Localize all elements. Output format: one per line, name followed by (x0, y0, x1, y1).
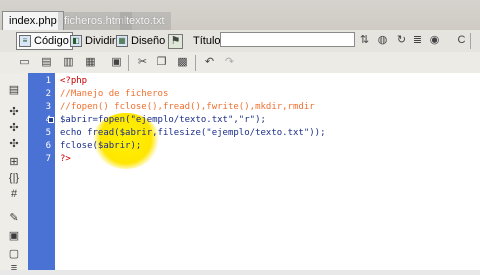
check-page-icon[interactable]: ◉ (428, 34, 441, 47)
line-numbers-icon[interactable]: # (7, 187, 21, 201)
line-number: 3 (45, 102, 51, 112)
standard-toolbar: ▭ ▤ ▥ ▦ ▣ ✂ ❐ ▩ ↶ ↷ (0, 52, 480, 74)
live-view-icon[interactable]: ⚑ (168, 34, 183, 49)
code-line: //fopen() fclose(),fread(),fwrite(),mkdi… (60, 102, 315, 112)
save-icon[interactable]: ▦ (84, 56, 97, 69)
collapse-selection-icon[interactable]: ✣ (7, 121, 21, 135)
globe-preview-icon[interactable]: ◍ (376, 34, 389, 47)
toolbar-divider (470, 33, 471, 49)
line-number: 2 (45, 89, 51, 99)
line-number-gutter: 1 2 3 4 5 6 7 (28, 73, 55, 270)
code-view-label: Código (34, 35, 69, 47)
tab-texto-txt[interactable]: texto.txt (120, 12, 171, 30)
apply-comment-icon[interactable]: ▣ (7, 229, 21, 243)
line-number: 1 (45, 76, 51, 86)
redo-icon[interactable]: ↷ (223, 56, 236, 69)
new-document-icon[interactable]: ▭ (18, 56, 31, 69)
design-view-icon: ▦ (116, 35, 128, 47)
paste-icon[interactable]: ▩ (176, 56, 189, 69)
title-label: Título: (193, 35, 224, 47)
remove-comment-icon[interactable]: ▢ (7, 247, 21, 261)
tab-label: ficheros.html (64, 15, 127, 27)
open-documents-icon[interactable]: ▤ (7, 83, 21, 97)
code-line: echo fread($abrir,filesize("ejemplo/text… (60, 128, 326, 138)
cut-icon[interactable]: ✂ (136, 56, 149, 69)
line-number: 7 (45, 154, 51, 164)
select-parent-tag-icon[interactable]: ⊞ (7, 155, 21, 169)
expand-all-icon[interactable]: ✣ (7, 137, 21, 151)
tab-label: index.php (9, 15, 57, 27)
code-line: //Manejo de ficheros (60, 89, 169, 99)
balance-braces-icon[interactable]: {|} (7, 171, 21, 185)
coding-toolbar: ▤ ✣ ✣ ✣ ⊞ {|} # ✎ ▣ ▢ ≡ (0, 73, 29, 274)
options-icon[interactable]: ≣ (411, 34, 424, 47)
code-view-button[interactable]: ≡ Código (16, 32, 73, 50)
code-refresh-icon[interactable]: C (455, 34, 468, 47)
design-view-button[interactable]: ▦ Diseño (113, 32, 169, 50)
title-input[interactable] (220, 32, 355, 47)
tab-index-php[interactable]: index.php (2, 11, 64, 31)
line-number: 5 (45, 128, 51, 138)
tab-label: texto.txt (126, 15, 165, 27)
save-all-icon[interactable]: ▣ (110, 56, 123, 69)
split-view-icon: ◧ (70, 35, 82, 47)
collapse-tag-icon[interactable]: ✣ (7, 105, 21, 119)
design-view-label: Diseño (131, 35, 166, 47)
refresh-icon[interactable]: ↻ (395, 34, 408, 47)
copy-icon[interactable]: ❐ (155, 56, 168, 69)
fold-marker[interactable] (48, 117, 54, 123)
code-line: $abrir=fopen("ejemplo/texto.txt","r"); (60, 115, 266, 125)
open-icon[interactable]: ▤ (40, 56, 53, 69)
code-line: fclose($abrir); (60, 141, 142, 151)
highlight-invalid-icon[interactable]: ✎ (7, 211, 21, 225)
toolbar-divider (128, 55, 129, 71)
split-view-button[interactable]: ◧ Dividir (67, 32, 120, 50)
split-view-label: Dividir (85, 35, 116, 47)
document-tab-bar: index.php ficheros.html texto.txt (0, 0, 480, 31)
line-number: 6 (45, 141, 51, 151)
code-line: ?> (60, 154, 71, 164)
toolbar-divider (195, 55, 196, 71)
code-view-icon: ≡ (19, 35, 31, 47)
code-editor[interactable]: <?php //Manejo de ficheros //fopen() fcl… (55, 73, 480, 270)
undo-icon[interactable]: ↶ (203, 56, 216, 69)
file-management-icon[interactable]: ⇅ (358, 34, 371, 47)
wrap-tag-icon[interactable]: ≡ (7, 261, 21, 275)
code-line: <?php (60, 76, 88, 86)
browse-icon[interactable]: ▥ (62, 56, 75, 69)
